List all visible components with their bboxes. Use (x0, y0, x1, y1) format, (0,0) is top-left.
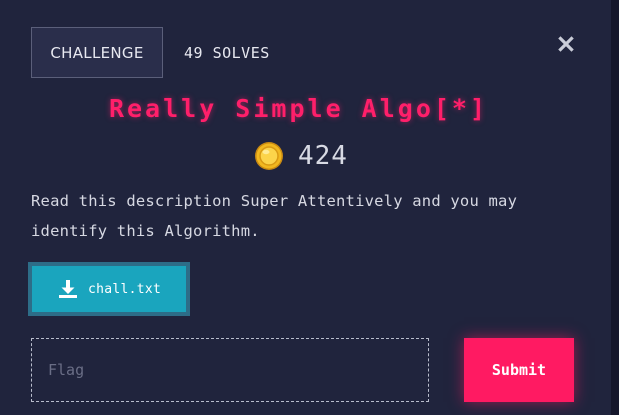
submit-button[interactable]: Submit (464, 338, 574, 402)
download-file-button[interactable]: chall.txt (28, 262, 190, 316)
tab-challenge-label: CHALLENGE (50, 43, 144, 62)
challenge-title: Really Simple Algo[*] (108, 94, 489, 123)
coin-icon (255, 142, 283, 170)
modal-scrollbar-gutter (611, 0, 619, 415)
close-icon (558, 36, 574, 52)
download-icon (59, 280, 77, 298)
points-value: 424 (298, 141, 348, 171)
points-display: 424 (254, 138, 348, 174)
tab-solves-label: 49 SOLVES (184, 44, 270, 62)
challenge-modal: CHALLENGE 49 SOLVES Really Simple Algo[*… (0, 0, 611, 415)
file-name: chall.txt (88, 281, 162, 297)
close-button[interactable] (556, 34, 576, 54)
challenge-description: Read this description Super Attentively … (31, 192, 518, 240)
flag-input[interactable] (31, 338, 429, 402)
tab-solves[interactable]: 49 SOLVES (184, 44, 270, 62)
tab-challenge[interactable]: CHALLENGE (31, 27, 163, 78)
